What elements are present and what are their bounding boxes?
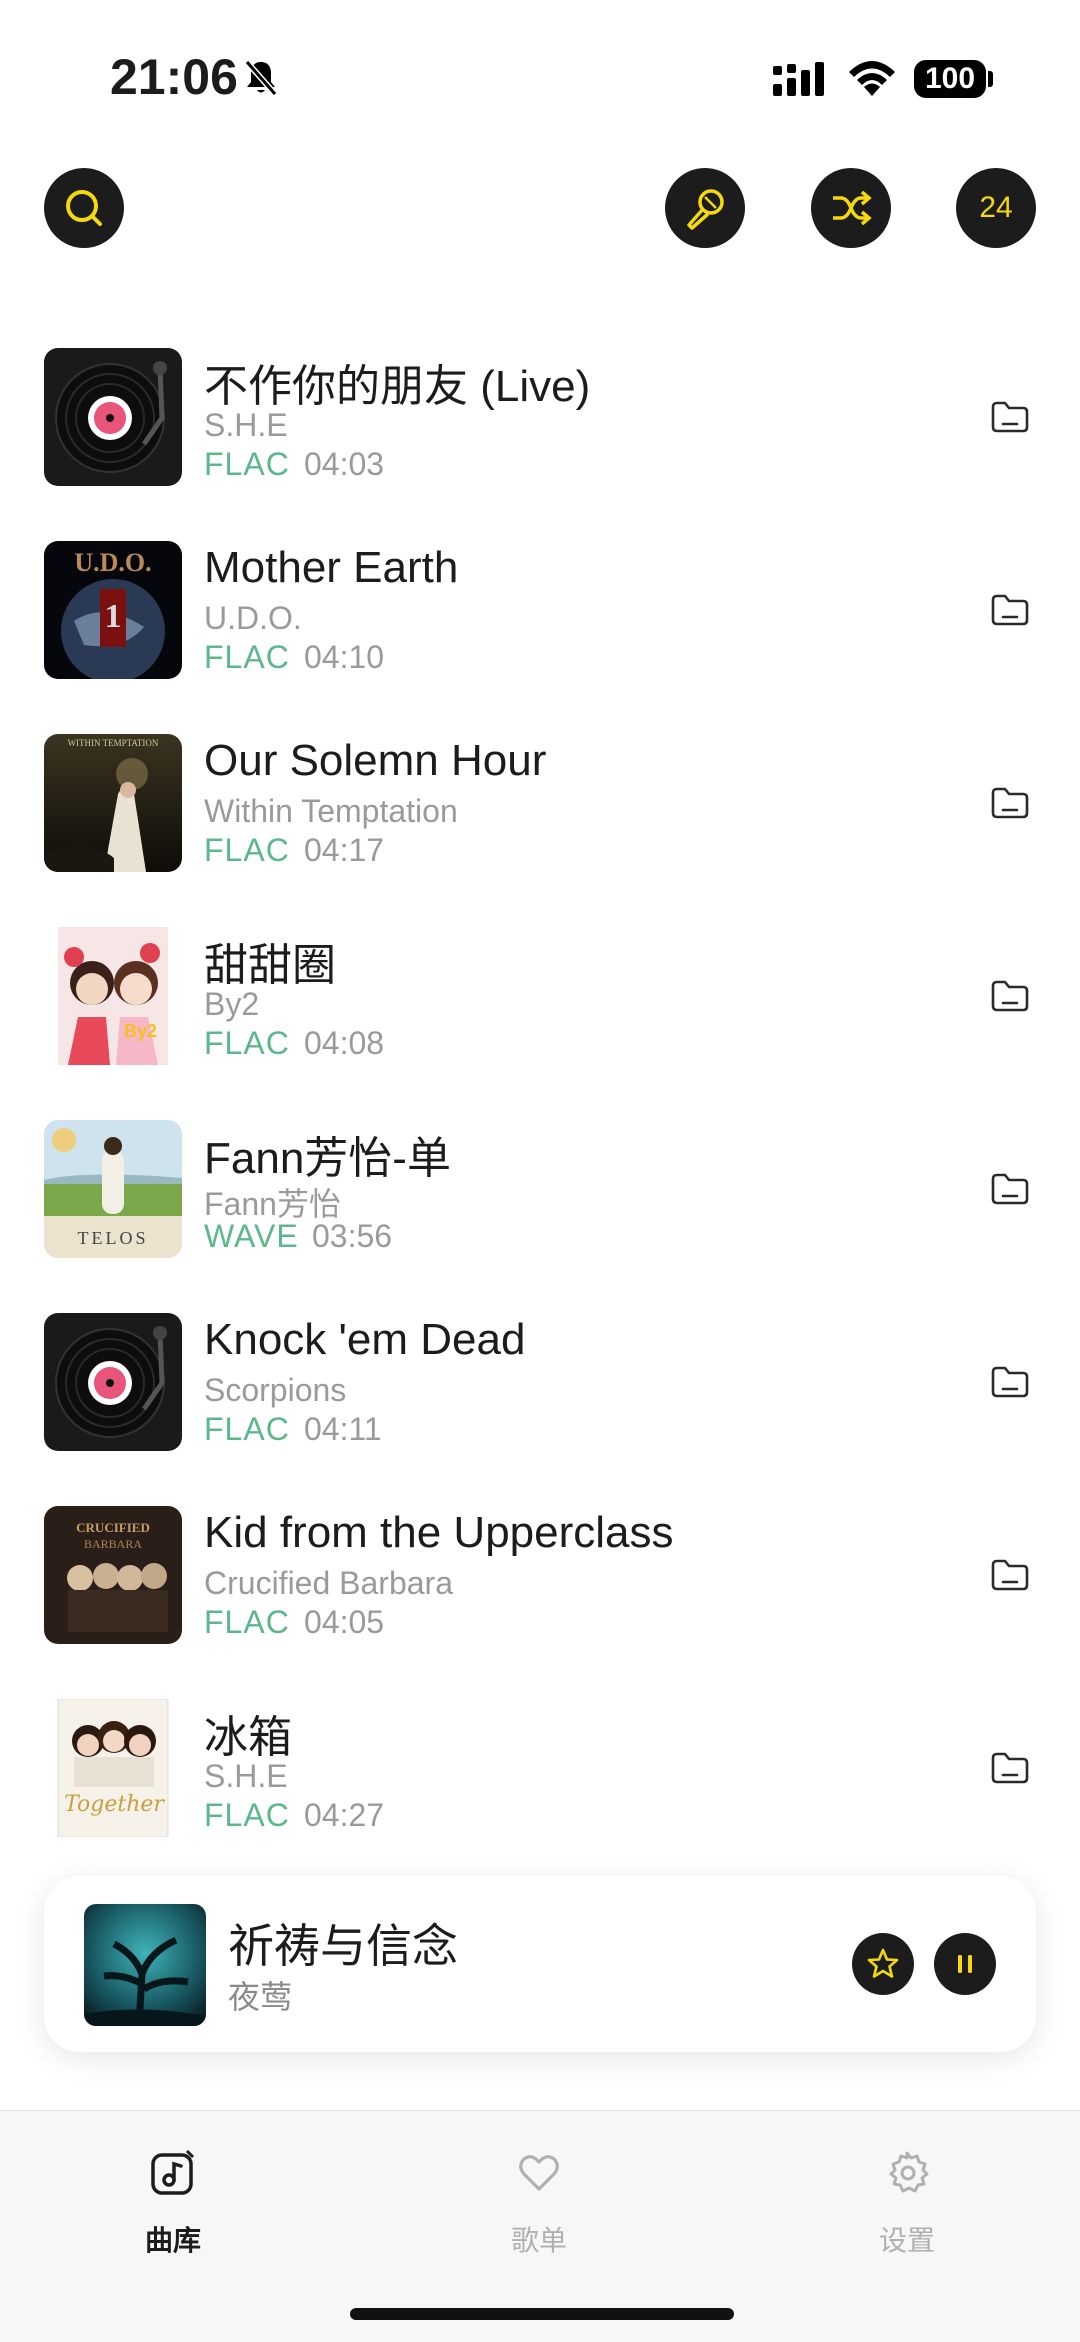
song-title: Mother Earth (204, 543, 459, 592)
audio-format-label: FLAC (204, 1025, 290, 1061)
folder-icon[interactable] (990, 593, 1030, 632)
microphone-icon (687, 189, 724, 230)
svg-text:By2: By2 (124, 1021, 157, 1041)
svg-text:BARBARA: BARBARA (84, 1537, 142, 1551)
folder-icon[interactable] (990, 1172, 1030, 1211)
pause-button[interactable] (934, 1933, 996, 1995)
audio-format-label: FLAC (204, 446, 290, 482)
audio-format-label: FLAC (204, 1797, 290, 1833)
song-row[interactable]: Knock 'em Dead Scorpions FLAC 04:11 (0, 1305, 1080, 1465)
pause-icon (958, 1955, 972, 1973)
folder-icon[interactable] (990, 1751, 1030, 1790)
bell-muted-icon (244, 60, 278, 96)
gear-icon (889, 2151, 929, 2193)
search-icon (66, 190, 102, 226)
cellular-signal-icon (773, 62, 824, 96)
star-icon (867, 1948, 899, 1978)
album-artwork: 1 U.D.O. (44, 541, 182, 679)
karaoke-button[interactable] (665, 168, 745, 248)
audio-format-label: FLAC (204, 832, 290, 868)
heart-icon (519, 2155, 559, 2191)
folder-icon[interactable] (990, 786, 1030, 825)
song-duration: 04:08 (304, 1025, 385, 1061)
queue-count: 24 (979, 191, 1013, 224)
folder-icon[interactable] (990, 1558, 1030, 1597)
album-artwork: WITHIN TEMPTATION (44, 734, 182, 872)
tab-settings-label: 设置 (878, 2225, 935, 2256)
song-row[interactable]: By2 甜甜圈 By2 FLAC 04:08 (0, 919, 1080, 1079)
search-button[interactable] (44, 168, 124, 248)
svg-text:WITHIN TEMPTATION: WITHIN TEMPTATION (68, 738, 159, 748)
album-artwork: CRUCIFIED BARBARA (44, 1506, 182, 1644)
song-title: Knock 'em Dead (204, 1315, 526, 1364)
song-title: Our Solemn Hour (204, 736, 547, 785)
song-row[interactable]: Together 冰箱 S.H.E FLAC 04:27 (0, 1691, 1080, 1851)
song-title: Kid from the Upperclass (204, 1508, 674, 1557)
album-artwork: TELOS (44, 1120, 182, 1258)
now-playing-artist: 夜莺 (228, 1979, 293, 2015)
audio-format-label: WAVE (204, 1218, 299, 1254)
audio-format-label: FLAC (204, 639, 290, 675)
home-indicator (350, 2308, 734, 2320)
folder-icon[interactable] (990, 979, 1030, 1018)
now-playing-artwork (84, 1904, 206, 2026)
song-title: 不作你的朋友 (Live) (204, 362, 591, 411)
song-row[interactable]: 1 U.D.O. Mother Earth U.D.O. FLAC 04:10 (0, 533, 1080, 693)
song-title: Fann芳怡-单 (204, 1134, 451, 1183)
svg-text:CRUCIFIED: CRUCIFIED (76, 1520, 150, 1535)
album-artwork: By2 (44, 927, 182, 1065)
now-playing-title: 祈祷与信念 (228, 1920, 458, 1972)
status-time: 21:06 (110, 49, 238, 105)
tab-settings[interactable]: 设置 (827, 2149, 987, 2259)
song-duration: 03:56 (312, 1218, 393, 1254)
status-bar: 21:06 100 (0, 0, 1080, 150)
song-duration: 04:05 (304, 1604, 385, 1640)
audio-format-label: FLAC (204, 1411, 290, 1447)
song-row[interactable]: WITHIN TEMPTATION Our Solemn Hour Within… (0, 726, 1080, 886)
queue-count-button[interactable]: 24 (956, 168, 1036, 248)
folder-icon[interactable] (990, 1365, 1030, 1404)
mini-player[interactable]: 祈祷与信念 夜莺 (44, 1876, 1036, 2052)
song-duration: 04:17 (304, 832, 385, 868)
song-title: 冰箱 (204, 1713, 292, 1762)
song-duration: 04:11 (304, 1411, 382, 1447)
audio-format-label: FLAC (204, 1604, 290, 1640)
song-artist: S.H.E (204, 407, 288, 443)
wifi-icon (849, 61, 895, 96)
svg-text:TELOS: TELOS (78, 1228, 149, 1248)
battery-indicator: 100 (914, 60, 986, 98)
shuffle-icon (833, 190, 872, 226)
song-artist: Scorpions (204, 1372, 347, 1408)
song-duration: 04:03 (304, 446, 385, 482)
album-artwork: Together (44, 1699, 182, 1837)
svg-text:U.D.O.: U.D.O. (74, 548, 151, 577)
battery-tip (988, 71, 993, 87)
album-artwork (44, 1313, 182, 1451)
song-row[interactable]: CRUCIFIED BARBARA Kid from the Upperclas… (0, 1498, 1080, 1658)
song-title: 甜甜圈 (204, 941, 336, 990)
song-duration: 04:27 (304, 1797, 385, 1833)
song-row[interactable]: 不作你的朋友 (Live) S.H.E FLAC 04:03 (0, 340, 1080, 500)
favorite-button[interactable] (852, 1933, 914, 1995)
song-artist: Within Temptation (204, 793, 458, 829)
tab-library[interactable]: 曲库 (93, 2149, 253, 2259)
music-library-icon (151, 2149, 195, 2195)
song-artist: S.H.E (204, 1758, 288, 1794)
shuffle-button[interactable] (811, 168, 891, 248)
tab-playlists[interactable]: 歌单 (459, 2149, 619, 2259)
song-artist: Crucified Barbara (204, 1565, 453, 1601)
svg-text:1: 1 (105, 598, 122, 635)
svg-text:Together: Together (64, 1792, 165, 1817)
song-duration: 04:10 (304, 639, 385, 675)
tab-library-label: 曲库 (144, 2225, 201, 2256)
song-artist: By2 (204, 986, 260, 1022)
folder-icon[interactable] (990, 400, 1030, 439)
song-artist: U.D.O. (204, 600, 302, 636)
tab-playlists-label: 歌单 (510, 2225, 567, 2256)
album-artwork (44, 348, 182, 486)
song-row[interactable]: TELOS Fann芳怡-单 Fann芳怡 WAVE 03:56 (0, 1112, 1080, 1272)
